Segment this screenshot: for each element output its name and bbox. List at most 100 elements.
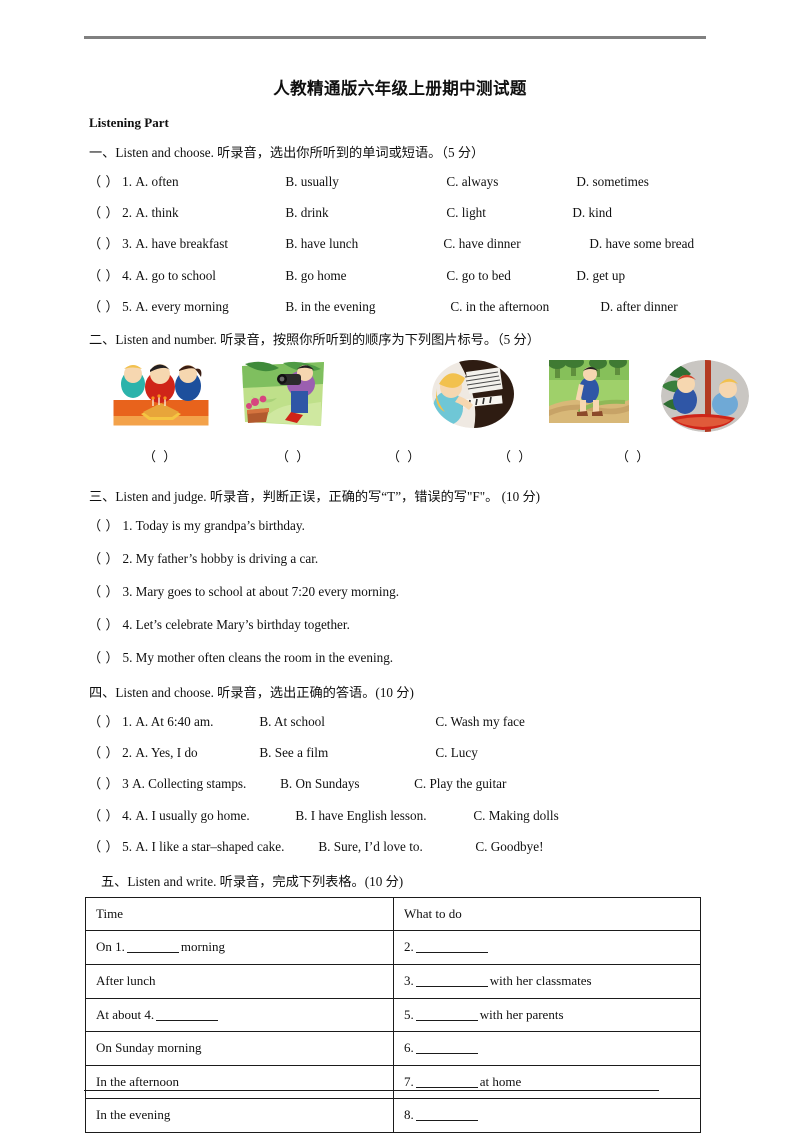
question-row: （ ） 2. A. think B. drink C. light D. kind xyxy=(88,204,712,221)
question-row: （ ） 1. A. At 6:40 am. B. At school C. Wash … xyxy=(88,713,712,730)
answer-blank[interactable] xyxy=(415,1053,478,1055)
cell-time-prefix: On 1. xyxy=(96,939,125,955)
answer-blank[interactable] xyxy=(415,1120,478,1122)
answer-bracket[interactable]: （ ） xyxy=(88,714,119,729)
option-a[interactable]: A. go to school xyxy=(135,267,285,284)
question-number: 5. xyxy=(122,298,133,314)
cell-time: In the afternoon xyxy=(85,1064,394,1100)
option-c[interactable]: C. in the afternoon xyxy=(450,298,600,315)
option-c[interactable]: C. Wash my face xyxy=(435,713,525,730)
cell-time-prefix: At about 4. xyxy=(96,1006,155,1022)
question-number: 4. xyxy=(122,267,133,283)
picture-answer-bracket-4[interactable]: （ ） xyxy=(498,446,533,465)
question-number: 4. xyxy=(122,807,133,823)
cell-time: On 1. morning xyxy=(85,930,394,965)
answer-bracket[interactable]: （ ） xyxy=(88,174,119,189)
judge-statement: 1. Today is my grandpa’s birthday. xyxy=(122,517,305,533)
option-b[interactable]: B. I have English lesson. xyxy=(295,807,473,824)
option-c[interactable]: C. Making dolls xyxy=(473,807,558,824)
option-b[interactable]: B. go home xyxy=(285,267,446,284)
question-number: 1. xyxy=(122,714,133,730)
cell-what: 3. with her classmates xyxy=(393,963,701,999)
answer-blank[interactable] xyxy=(126,952,179,954)
answer-bracket[interactable]: （ ） xyxy=(88,776,119,791)
answer-bracket[interactable]: （ ） xyxy=(88,299,119,314)
judge-statement: 3. Mary goes to school at about 7:20 eve… xyxy=(122,583,399,599)
answer-blank[interactable] xyxy=(415,1086,478,1088)
option-c[interactable]: C. have dinner xyxy=(443,235,589,252)
option-b[interactable]: B. drink xyxy=(285,204,446,221)
cell-time-prefix: In the afternoon xyxy=(96,1073,180,1089)
option-a[interactable]: A. Collecting stamps. xyxy=(132,775,280,792)
picture-answer-bracket-2[interactable]: （ ） xyxy=(276,446,311,465)
judge-row: （ ） 5. My mother often cleans the room i… xyxy=(88,649,712,666)
option-b[interactable]: B. usually xyxy=(285,173,446,190)
option-c[interactable]: C. Play the guitar xyxy=(414,775,506,792)
option-b[interactable]: B. Sure, I’d love to. xyxy=(318,838,475,855)
picture-answer-bracket-3[interactable]: （ ） xyxy=(387,446,422,465)
answer-bracket[interactable]: （ ） xyxy=(88,236,119,251)
option-b[interactable]: B. have lunch xyxy=(285,235,443,252)
option-c[interactable]: C. Lucy xyxy=(435,744,478,761)
answer-bracket[interactable]: （ ） xyxy=(88,551,119,566)
cell-what: 2. xyxy=(393,930,701,965)
option-d[interactable]: D. after dinner xyxy=(600,298,677,315)
exam-page: 人教精通版六年级上册期中测试题 Listening Part 一、Listen … xyxy=(0,0,800,1133)
answer-bracket[interactable]: （ ） xyxy=(88,584,119,599)
cell-what-suffix: at home xyxy=(479,1073,522,1089)
table-row: At about 4. 5. with her parents xyxy=(85,997,701,1033)
option-a[interactable]: A. I like a star–shaped cake. xyxy=(135,838,318,855)
option-d[interactable]: D. get up xyxy=(576,267,625,284)
cell-what-prefix: 2. xyxy=(404,939,414,955)
table-row: On 1. morning 2. xyxy=(85,930,701,965)
picture-girl-playing-piano xyxy=(432,359,514,428)
judge-row: （ ） 1. Today is my grandpa’s birthday. xyxy=(88,517,712,534)
question-row: （ ） 4. A. I usually go home. B. I have Eng… xyxy=(88,807,712,824)
picture-strip xyxy=(88,359,749,438)
option-b[interactable]: B. in the evening xyxy=(285,298,450,315)
table-row: After lunch 3. with her classmates xyxy=(85,963,701,999)
answer-blank[interactable] xyxy=(156,1019,219,1021)
option-c[interactable]: C. Goodbye! xyxy=(475,838,543,855)
answer-bracket[interactable]: （ ） xyxy=(88,617,119,632)
answer-bracket[interactable]: （ ） xyxy=(88,518,119,533)
answer-blank[interactable] xyxy=(415,1019,478,1021)
option-a[interactable]: A. every morning xyxy=(135,298,285,315)
question-number: 3. xyxy=(122,236,133,252)
cell-time: At about 4. xyxy=(85,997,394,1033)
option-a[interactable]: A. Yes, I do xyxy=(135,744,259,761)
option-d[interactable]: D. kind xyxy=(572,204,612,221)
cell-time-prefix: On Sunday morning xyxy=(96,1040,202,1056)
answer-bracket[interactable]: （ ） xyxy=(88,839,119,854)
question-number: 5. xyxy=(122,838,133,854)
picture-answer-brackets: （ ） （ ） （ ） （ ） （ ） xyxy=(88,446,712,468)
judge-row: （ ） 2. My father’s hobby is driving a ca… xyxy=(88,550,712,567)
answer-bracket[interactable]: （ ） xyxy=(88,808,119,823)
option-b[interactable]: B. See a film xyxy=(259,744,435,761)
picture-answer-bracket-5[interactable]: （ ） xyxy=(616,446,651,465)
answer-bracket[interactable]: （ ） xyxy=(88,650,119,665)
option-d[interactable]: D. have some bread xyxy=(589,235,694,252)
picture-answer-bracket-1[interactable]: （ ） xyxy=(143,446,178,465)
option-d[interactable]: D. sometimes xyxy=(576,173,649,190)
answer-blank[interactable] xyxy=(415,985,488,987)
question-row: （ ） 3. A. have breakfast B. have lunch C. h… xyxy=(88,235,712,252)
option-b[interactable]: B. On Sundays xyxy=(280,775,414,792)
cell-time-prefix: After lunch xyxy=(96,972,156,988)
answer-bracket[interactable]: （ ） xyxy=(88,268,119,283)
part-heading-listening: Listening Part xyxy=(89,115,169,131)
option-a[interactable]: A. often xyxy=(135,173,285,190)
answer-bracket[interactable]: （ ） xyxy=(88,745,119,760)
answer-bracket[interactable]: （ ） xyxy=(88,205,119,220)
option-a[interactable]: A. I usually go home. xyxy=(135,807,295,824)
cell-what-suffix: with her classmates xyxy=(489,972,592,988)
option-c[interactable]: C. always xyxy=(446,173,576,190)
option-c[interactable]: C. light xyxy=(446,204,572,221)
option-c[interactable]: C. go to bed xyxy=(446,267,576,284)
answer-blank[interactable] xyxy=(415,952,488,954)
option-b[interactable]: B. At school xyxy=(259,713,435,730)
option-a[interactable]: A. think xyxy=(135,204,285,221)
footer-divider-rule xyxy=(84,1090,659,1091)
option-a[interactable]: A. At 6:40 am. xyxy=(135,713,259,730)
option-a[interactable]: A. have breakfast xyxy=(135,235,285,252)
